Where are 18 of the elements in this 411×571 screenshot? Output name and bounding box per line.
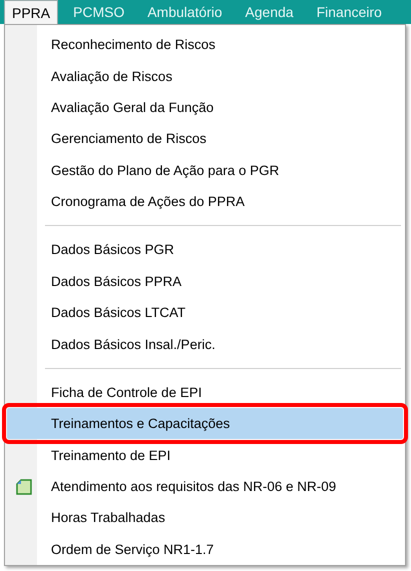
menu-item[interactable]: Atendimento aos requisitos das NR-06 e NR-09 <box>7 470 403 502</box>
menu-item[interactable]: Reconhecimento de Riscos <box>7 29 403 60</box>
menu-item[interactable]: Dados Básicos LTCAT <box>7 296 403 328</box>
menu-item[interactable]: Avaliação de Riscos <box>7 60 403 92</box>
menu-item[interactable]: Dados Básicos PGR <box>7 234 403 266</box>
menu-item[interactable]: Treinamento de EPI <box>7 439 403 471</box>
menu-item[interactable]: Dados Básicos Insal./Peric. <box>7 328 403 360</box>
menu-item[interactable]: Cronograma de Ações do PPRA <box>7 186 403 218</box>
menu-item[interactable]: Gestão do Plano de Ação para o PGR <box>7 154 403 186</box>
menu-item[interactable]: Ordem de Serviço NR1-1.7 <box>7 534 403 565</box>
menu-item[interactable]: Dados Básicos PPRA <box>7 266 403 297</box>
menu-item[interactable]: Avaliação Geral da Função <box>7 92 403 124</box>
menu-item[interactable]: Horas Trabalhadas <box>7 502 403 534</box>
menu-item[interactable]: Ficha de Controle de EPI <box>7 376 403 408</box>
menu-bar-item[interactable]: PPRA <box>4 0 58 24</box>
menu-item[interactable]: Gerenciamento de Riscos <box>7 123 403 154</box>
document-icon <box>16 478 33 495</box>
menu-item[interactable]: Treinamentos e Capacitações <box>7 408 403 440</box>
